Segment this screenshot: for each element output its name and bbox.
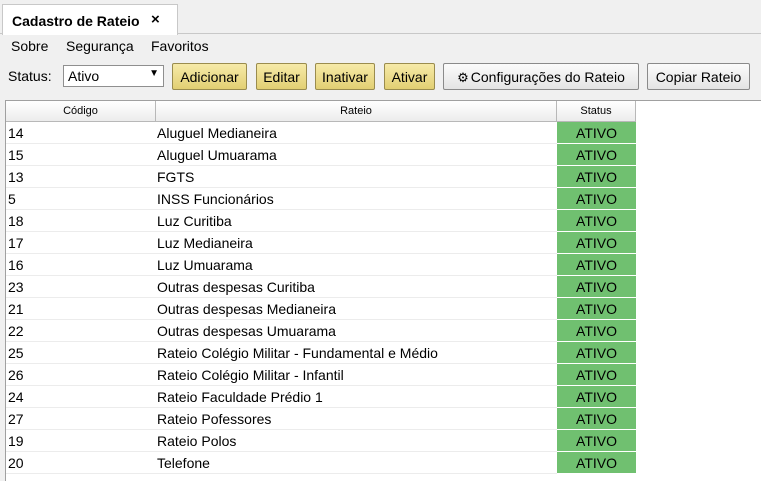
cell-rateio: INSS Funcionários bbox=[157, 191, 274, 207]
table-row[interactable]: 18 Luz Curitiba ATIVO bbox=[6, 210, 761, 232]
table-row[interactable]: 17 Luz Medianeira ATIVO bbox=[6, 232, 761, 254]
cell-rateio: Outras despesas Curitiba bbox=[157, 279, 315, 295]
status-badge: ATIVO bbox=[557, 144, 636, 166]
cell-rateio: Rateio Pofessores bbox=[157, 411, 272, 427]
table-row[interactable]: 19 Rateio Polos ATIVO bbox=[6, 430, 761, 452]
row-divider bbox=[6, 473, 557, 474]
close-icon[interactable]: × bbox=[151, 11, 160, 28]
cell-codigo: 22 bbox=[8, 323, 24, 339]
table-row[interactable]: 21 Outras despesas Medianeira ATIVO bbox=[6, 298, 761, 320]
tab-title: Cadastro de Rateio bbox=[12, 13, 140, 29]
status-select-value: Ativo bbox=[68, 68, 100, 84]
table-row[interactable]: 22 Outras despesas Umuarama ATIVO bbox=[6, 320, 761, 342]
column-header-rateio[interactable]: Rateio bbox=[156, 101, 557, 122]
table-row[interactable]: 26 Rateio Colégio Militar - Infantil ATIVO bbox=[6, 364, 761, 386]
cell-rateio: Luz Umuarama bbox=[157, 257, 253, 273]
menu-bar: Sobre Segurança Favoritos bbox=[0, 35, 761, 59]
table-row[interactable]: 25 Rateio Colégio Militar - Fundamental e… bbox=[6, 342, 761, 364]
cell-codigo: 14 bbox=[8, 125, 24, 141]
column-header-codigo[interactable]: Código bbox=[6, 101, 156, 122]
cell-codigo: 5 bbox=[8, 191, 16, 207]
table-row[interactable]: 14 Aluguel Medianeira ATIVO bbox=[6, 122, 761, 144]
table-row[interactable]: 23 Outras despesas Curitiba ATIVO bbox=[6, 276, 761, 298]
cell-codigo: 24 bbox=[8, 389, 24, 405]
status-badge: ATIVO bbox=[557, 320, 636, 342]
cell-codigo: 15 bbox=[8, 147, 24, 163]
table-header: Código Rateio Status bbox=[6, 101, 761, 122]
status-label: Status: bbox=[8, 68, 52, 84]
status-badge: ATIVO bbox=[557, 122, 636, 144]
ativar-button[interactable]: Ativar bbox=[384, 63, 435, 90]
adicionar-button[interactable]: Adicionar bbox=[172, 63, 247, 90]
cell-rateio: Luz Curitiba bbox=[157, 213, 232, 229]
cell-codigo: 23 bbox=[8, 279, 24, 295]
cell-codigo: 17 bbox=[8, 235, 24, 251]
configuracoes-rateio-button[interactable]: ⚙ Configurações do Rateio bbox=[443, 63, 639, 90]
cell-rateio: Aluguel Umuarama bbox=[157, 147, 277, 163]
menu-seguranca[interactable]: Segurança bbox=[66, 38, 134, 54]
table-row[interactable]: 24 Rateio Faculdade Prédio 1 ATIVO bbox=[6, 386, 761, 408]
cell-codigo: 26 bbox=[8, 367, 24, 383]
tab-cadastro-de-rateio[interactable]: Cadastro de Rateio × bbox=[2, 4, 178, 35]
cell-rateio: FGTS bbox=[157, 169, 195, 185]
table-row[interactable]: 20 Telefone ATIVO bbox=[6, 452, 761, 474]
rateio-table: Código Rateio Status 14 Aluguel Medianeir… bbox=[5, 100, 761, 481]
cell-rateio: Outras despesas Medianeira bbox=[157, 301, 336, 317]
configuracoes-rateio-label: Configurações do Rateio bbox=[470, 69, 625, 85]
editar-button[interactable]: Editar bbox=[256, 63, 307, 90]
cell-rateio: Rateio Faculdade Prédio 1 bbox=[157, 389, 323, 405]
cell-codigo: 19 bbox=[8, 433, 24, 449]
status-badge: ATIVO bbox=[557, 166, 636, 188]
chevron-down-icon: ▼ bbox=[149, 68, 159, 79]
column-header-status[interactable]: Status bbox=[557, 101, 636, 122]
inativar-button[interactable]: Inativar bbox=[315, 63, 375, 90]
cell-rateio: Aluguel Medianeira bbox=[157, 125, 277, 141]
cell-codigo: 27 bbox=[8, 411, 24, 427]
menu-favoritos[interactable]: Favoritos bbox=[151, 38, 209, 54]
status-badge: ATIVO bbox=[557, 254, 636, 276]
status-select[interactable]: Ativo ▼ bbox=[63, 65, 164, 87]
table-row[interactable]: 16 Luz Umuarama ATIVO bbox=[6, 254, 761, 276]
cell-codigo: 20 bbox=[8, 455, 24, 471]
status-badge: ATIVO bbox=[557, 342, 636, 364]
status-badge: ATIVO bbox=[557, 210, 636, 232]
table-row[interactable]: 13 FGTS ATIVO bbox=[6, 166, 761, 188]
status-badge: ATIVO bbox=[557, 276, 636, 298]
menu-sobre-label: Sobre bbox=[11, 38, 49, 54]
cell-codigo: 25 bbox=[8, 345, 24, 361]
status-badge: ATIVO bbox=[557, 232, 636, 254]
copiar-rateio-button[interactable]: Copiar Rateio bbox=[647, 63, 750, 90]
cell-codigo: 13 bbox=[8, 169, 24, 185]
status-badge: ATIVO bbox=[557, 298, 636, 320]
toolbar: Status: Ativo ▼ Adicionar Editar Inativa… bbox=[0, 59, 761, 95]
cell-rateio: Rateio Polos bbox=[157, 433, 237, 449]
table-row[interactable]: 5 INSS Funcionários ATIVO bbox=[6, 188, 761, 210]
status-badge: ATIVO bbox=[557, 188, 636, 210]
table-row[interactable]: 15 Aluguel Umuarama ATIVO bbox=[6, 144, 761, 166]
cell-rateio: Rateio Colégio Militar - Infantil bbox=[157, 367, 344, 383]
tab-bar: Cadastro de Rateio × bbox=[0, 0, 761, 35]
status-badge: ATIVO bbox=[557, 430, 636, 452]
status-badge: ATIVO bbox=[557, 452, 636, 474]
cell-codigo: 21 bbox=[8, 301, 24, 317]
status-badge: ATIVO bbox=[557, 364, 636, 386]
status-badge: ATIVO bbox=[557, 408, 636, 430]
menu-sobre[interactable]: Sobre bbox=[11, 38, 48, 54]
cell-rateio: Luz Medianeira bbox=[157, 235, 253, 251]
table-row[interactable]: 27 Rateio Pofessores ATIVO bbox=[6, 408, 761, 430]
cell-rateio: Rateio Colégio Militar - Fundamental e M… bbox=[157, 345, 438, 361]
cell-rateio: Outras despesas Umuarama bbox=[157, 323, 336, 339]
status-badge: ATIVO bbox=[557, 386, 636, 408]
cell-codigo: 16 bbox=[8, 257, 24, 273]
cell-codigo: 18 bbox=[8, 213, 24, 229]
cell-rateio: Telefone bbox=[157, 455, 210, 471]
gear-icon: ⚙ bbox=[457, 70, 469, 85]
